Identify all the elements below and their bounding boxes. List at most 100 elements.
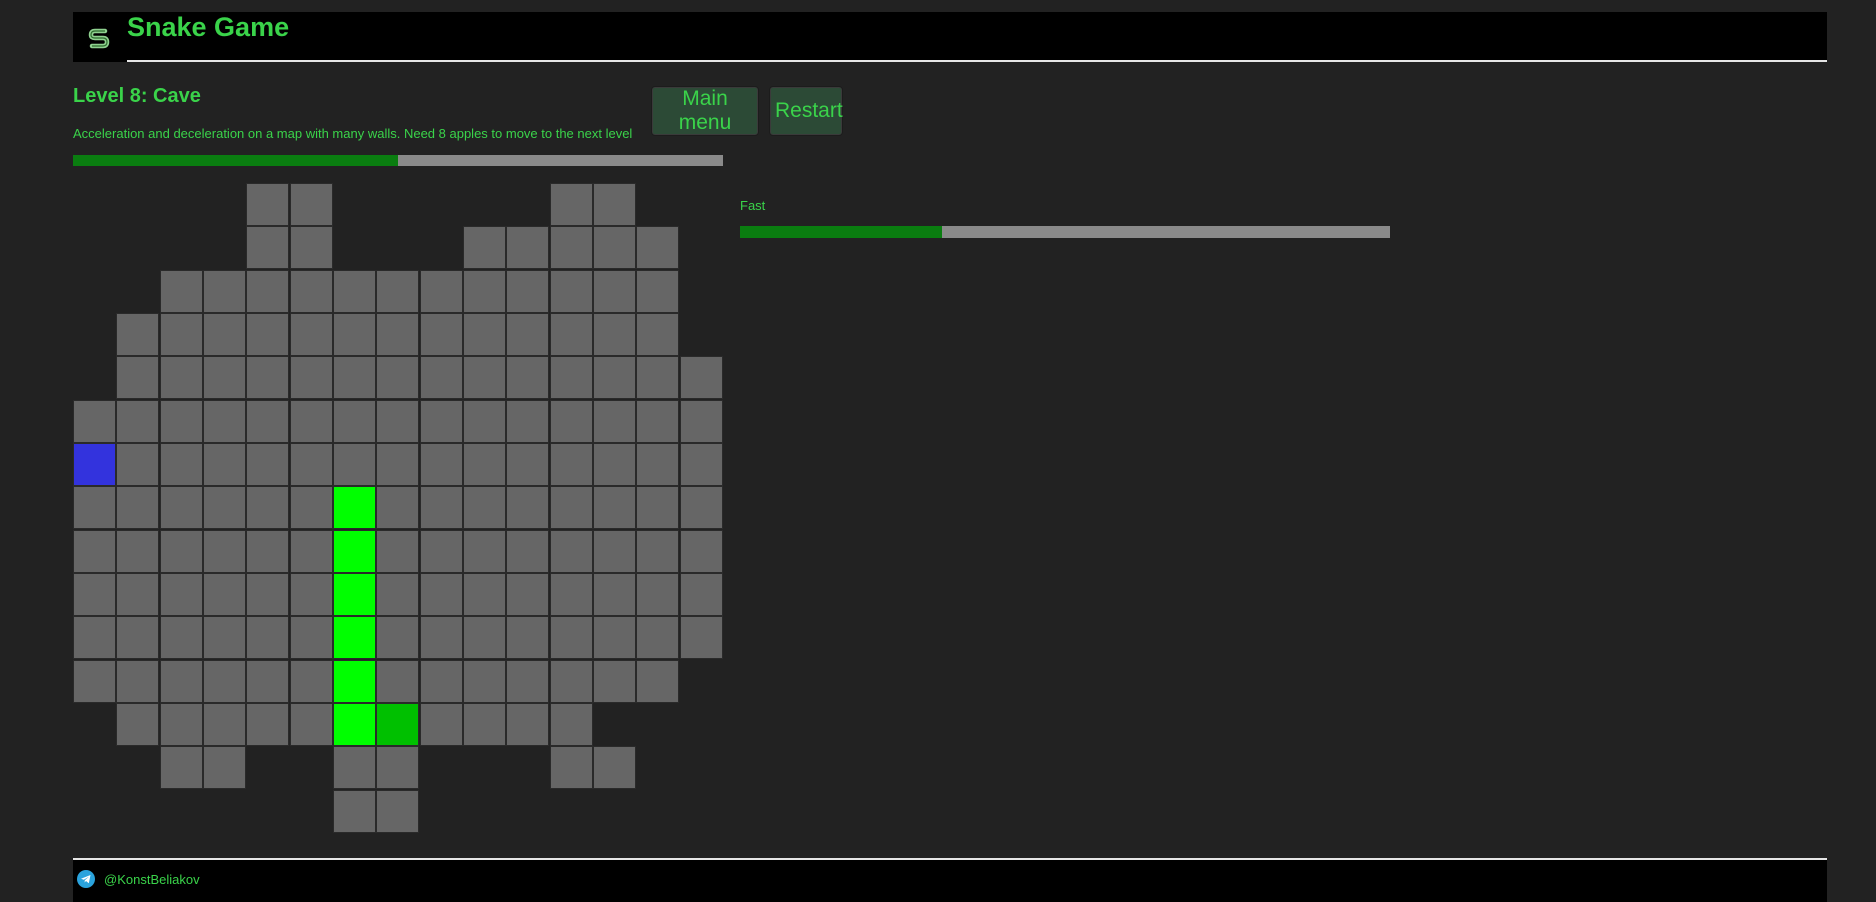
board-cell (463, 616, 506, 659)
board-cell (463, 573, 506, 616)
board-cell (376, 616, 419, 659)
board-cell (420, 573, 463, 616)
board-cell (290, 443, 333, 486)
board-cell (636, 313, 679, 356)
board-cell (116, 530, 159, 573)
snake-head (376, 703, 419, 746)
board-cell (160, 486, 203, 529)
board-cell (593, 313, 636, 356)
footer: @KonstBeliakov (73, 858, 1827, 902)
board-cell (550, 400, 593, 443)
author-handle-link[interactable]: @KonstBeliakov (104, 872, 200, 887)
board-cell (376, 270, 419, 313)
board-cell (636, 573, 679, 616)
board-cell (680, 573, 723, 616)
board-cell (550, 486, 593, 529)
board-cell (420, 703, 463, 746)
board-cell (463, 356, 506, 399)
board-cell (636, 356, 679, 399)
board-cell (290, 573, 333, 616)
board-cell (680, 616, 723, 659)
board-cell (290, 486, 333, 529)
board-cell (290, 530, 333, 573)
board-cell (680, 443, 723, 486)
board-cell (160, 530, 203, 573)
board-cell (203, 400, 246, 443)
board-cell (73, 530, 116, 573)
app-title: Snake Game (127, 12, 290, 42)
board-cell (290, 660, 333, 703)
board-cell (333, 270, 376, 313)
snake-segment (333, 530, 376, 573)
board-cell (593, 400, 636, 443)
board-cell (636, 616, 679, 659)
board-cell (593, 356, 636, 399)
board-cell (506, 356, 549, 399)
main-menu-button[interactable]: Main menu (651, 86, 759, 136)
board-cell (593, 746, 636, 789)
board-cell (203, 530, 246, 573)
snake-segment (333, 573, 376, 616)
board-cell (246, 486, 289, 529)
board-cell (420, 530, 463, 573)
snake-logo-icon (86, 25, 112, 51)
board-cell (550, 356, 593, 399)
board-cell (420, 486, 463, 529)
board-cell (160, 313, 203, 356)
board-cell (246, 660, 289, 703)
board-cell (203, 616, 246, 659)
board-cell (246, 270, 289, 313)
board-cell (550, 270, 593, 313)
level-title: Level 8: Cave (73, 85, 201, 107)
board-cell (160, 616, 203, 659)
board-cell (550, 530, 593, 573)
board-cell (203, 486, 246, 529)
board-cell (550, 573, 593, 616)
board-cell (203, 313, 246, 356)
board-cell (246, 530, 289, 573)
board-cell (506, 270, 549, 313)
board-cell (463, 313, 506, 356)
telegram-icon[interactable] (77, 870, 95, 888)
speed-label: Fast (740, 198, 766, 213)
snake-segment (333, 660, 376, 703)
board-cell (376, 400, 419, 443)
board-cell (160, 573, 203, 616)
board-cell (376, 660, 419, 703)
board-cell (376, 746, 419, 789)
board-cell (203, 443, 246, 486)
board-cell (420, 443, 463, 486)
board-cell (246, 313, 289, 356)
board-cell (333, 443, 376, 486)
board-cell (506, 530, 549, 573)
restart-button[interactable]: Restart (769, 86, 843, 136)
board-cell (636, 226, 679, 269)
board-cell (333, 356, 376, 399)
board-cell (463, 226, 506, 269)
board-cell (376, 443, 419, 486)
board-cell (246, 183, 289, 226)
board-cell (420, 400, 463, 443)
board-cell (160, 443, 203, 486)
board-cell (680, 400, 723, 443)
board-cell (116, 616, 159, 659)
level-progress-fill (73, 155, 398, 166)
board-cell (550, 660, 593, 703)
board-cell (73, 573, 116, 616)
board-cell (246, 226, 289, 269)
board-cell (376, 313, 419, 356)
board-cell (593, 660, 636, 703)
board-cell (550, 616, 593, 659)
board-cell (290, 616, 333, 659)
apple (73, 443, 116, 486)
board-cell (636, 530, 679, 573)
game-board[interactable] (73, 183, 723, 834)
board-cell (246, 616, 289, 659)
board-cell (73, 660, 116, 703)
board-cell (463, 486, 506, 529)
board-cell (160, 660, 203, 703)
board-cell (593, 226, 636, 269)
snake-segment (333, 486, 376, 529)
board-cell (246, 400, 289, 443)
board-cell (203, 356, 246, 399)
